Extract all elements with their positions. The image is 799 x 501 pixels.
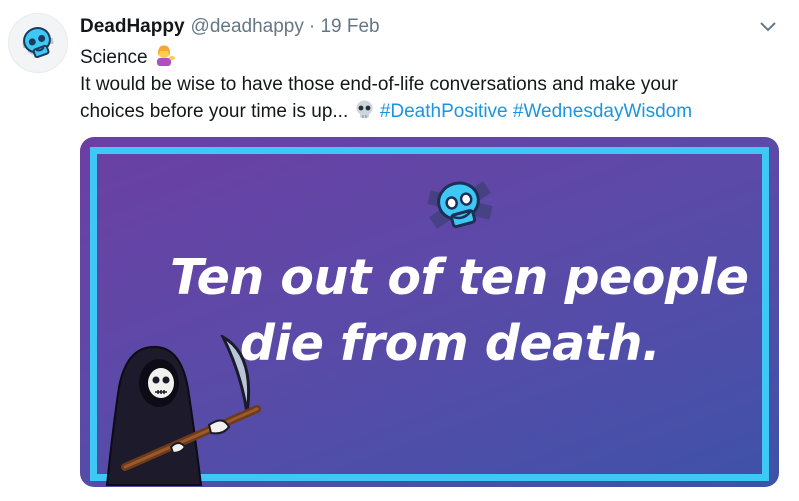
author-handle[interactable]: @deadhappy bbox=[191, 16, 304, 38]
tweet-text-line-2: It would be wise to have those end-of-li… bbox=[80, 74, 678, 95]
skull-emoji-icon bbox=[356, 100, 373, 118]
tweet-header: DeadHappy @deadhappy · 19 Feb bbox=[80, 14, 769, 40]
tweet-menu-button[interactable] bbox=[759, 18, 777, 36]
chevron-down-icon bbox=[760, 22, 776, 32]
tweet-text-line-1: Science bbox=[80, 47, 148, 68]
hashtag-deathpositive[interactable]: #DeathPositive bbox=[380, 101, 508, 122]
skull-logo-icon bbox=[427, 181, 493, 229]
headline-line-1: Ten out of ten people bbox=[170, 249, 749, 306]
grim-reaper-illustration bbox=[105, 335, 261, 486]
tweet-text-line-3: choices before your time is up... bbox=[80, 101, 349, 122]
tweet-text: Science It would be wise to have those e… bbox=[80, 44, 770, 125]
skull-logo-icon bbox=[22, 27, 54, 59]
person-tipping-hand-emoji-icon bbox=[156, 45, 175, 66]
author-name[interactable]: DeadHappy bbox=[80, 16, 185, 38]
avatar[interactable] bbox=[8, 13, 68, 73]
hashtag-wednesdaywisdom[interactable]: #WednesdayWisdom bbox=[513, 101, 692, 122]
tweet-image[interactable]: Ten out of ten people die from death. bbox=[80, 137, 779, 487]
tweet-date[interactable]: · 19 Feb bbox=[309, 16, 380, 38]
